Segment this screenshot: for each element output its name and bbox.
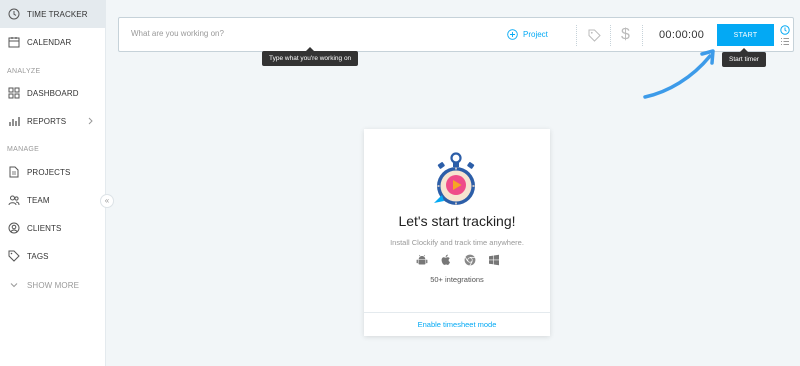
- tag-icon[interactable]: [588, 29, 601, 42]
- empty-state-card: Let's start tracking! Install Clockify a…: [364, 129, 550, 336]
- chevron-down-icon: [8, 279, 20, 291]
- windows-icon[interactable]: [488, 254, 501, 267]
- file-icon: [8, 166, 20, 178]
- manual-mode-list-icon[interactable]: [780, 37, 790, 46]
- empty-state-subtitle: Install Clockify and track time anywhere…: [390, 238, 524, 247]
- sidebar-item-label: TEAM: [27, 195, 50, 205]
- collapse-sidebar-button[interactable]: «: [100, 194, 114, 208]
- timer-mode-clock-icon[interactable]: [780, 25, 790, 35]
- divider: [642, 25, 643, 46]
- sidebar-item-label: PROJECTS: [27, 167, 71, 177]
- sidebar-item-label: DASHBOARD: [27, 88, 79, 98]
- enable-timesheet-mode-link[interactable]: Enable timesheet mode: [364, 312, 550, 336]
- sidebar-item-label: SHOW MORE: [27, 280, 80, 290]
- sidebar-item-label: TIME TRACKER: [27, 9, 88, 19]
- dashboard-icon: [8, 87, 20, 99]
- section-label-analyze: ANALYZE: [7, 68, 41, 75]
- tag-icon: [8, 250, 20, 262]
- sidebar-item-projects[interactable]: PROJECTS: [0, 158, 106, 186]
- description-tooltip: Type what you're working on: [262, 47, 359, 66]
- plus-circle-icon: [507, 29, 518, 40]
- sidebar-item-dashboard[interactable]: DASHBOARD: [0, 79, 106, 107]
- clients-icon: [8, 222, 20, 234]
- sidebar-item-label: CLIENTS: [27, 223, 62, 233]
- sidebar-item-label: TAGS: [27, 251, 49, 261]
- start-timer-tooltip: Start timer: [722, 48, 766, 67]
- sidebar-item-team[interactable]: TEAM: [0, 186, 106, 214]
- divider: [576, 25, 577, 46]
- sidebar-item-reports[interactable]: REPORTS: [0, 107, 106, 135]
- sidebar-item-time-tracker[interactable]: TIME TRACKER: [0, 0, 106, 28]
- android-icon[interactable]: [415, 254, 428, 267]
- double-chevron-left-icon: «: [104, 196, 110, 205]
- apple-icon[interactable]: [439, 254, 452, 267]
- sidebar-item-clients[interactable]: CLIENTS: [0, 214, 106, 242]
- stopwatch-play-icon: [434, 152, 475, 205]
- integrations-link[interactable]: 50+ integrations: [364, 275, 550, 284]
- bar-chart-icon: [8, 115, 20, 127]
- start-button[interactable]: START: [717, 24, 774, 46]
- sidebar-item-tags[interactable]: TAGS: [0, 242, 106, 270]
- chrome-icon[interactable]: [464, 254, 477, 267]
- project-label: Project: [523, 30, 548, 39]
- divider: [610, 25, 611, 46]
- empty-state-title: Let's start tracking!: [398, 213, 516, 229]
- annotation-arrow: [643, 49, 715, 99]
- sidebar-item-label: CALENDAR: [27, 37, 72, 47]
- section-label-manage: MANAGE: [7, 146, 40, 153]
- description-input[interactable]: [131, 29, 491, 38]
- timer-display: 00:00:00: [659, 29, 705, 41]
- sidebar-item-label: REPORTS: [27, 116, 67, 126]
- calendar-icon: [8, 36, 20, 48]
- chevron-right-icon: [88, 117, 93, 125]
- platform-links: [414, 253, 502, 267]
- sidebar-show-more[interactable]: SHOW MORE: [0, 271, 106, 299]
- billable-dollar-icon[interactable]: $: [621, 26, 630, 44]
- team-icon: [8, 194, 20, 206]
- clock-icon: [8, 8, 20, 20]
- project-picker-button[interactable]: Project: [507, 29, 548, 40]
- sidebar-item-calendar[interactable]: CALENDAR: [0, 28, 106, 56]
- sidebar: TIME TRACKER CALENDAR ANALYZE DASHBOARD …: [0, 0, 106, 366]
